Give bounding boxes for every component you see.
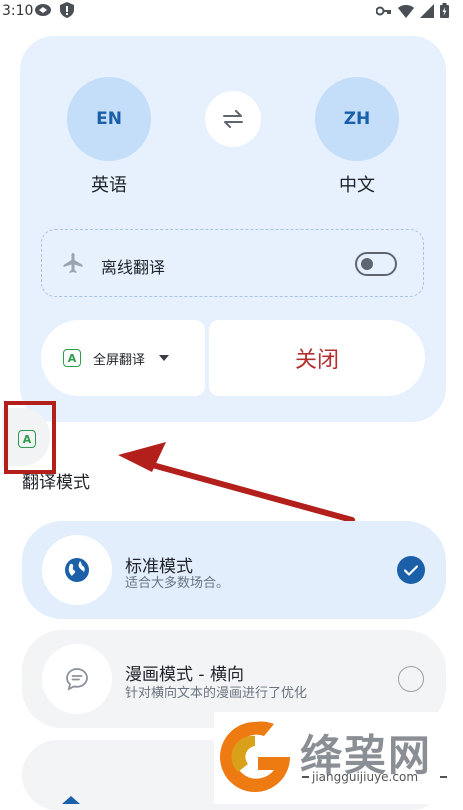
mode-radio-comic[interactable] bbox=[398, 666, 424, 692]
watermark-logo-icon bbox=[220, 721, 290, 792]
selected-check-icon bbox=[397, 556, 425, 584]
watermark-dash-right bbox=[440, 776, 447, 778]
mode-desc-comic: 针对横向文本的漫画进行了优化 bbox=[125, 686, 308, 701]
globe-icon bbox=[65, 558, 89, 582]
mode-desc-standard: 适合大多数场合。 bbox=[125, 576, 230, 591]
section-title: 翻译模式 bbox=[22, 473, 90, 493]
bottom-nav-icon bbox=[62, 796, 80, 804]
mode-icon-comic bbox=[42, 644, 112, 714]
mode-icon-standard bbox=[42, 535, 112, 605]
chat-bubble-icon bbox=[66, 668, 88, 691]
watermark-url: jiangguijiuye.com bbox=[312, 770, 419, 784]
watermark-dash-left bbox=[302, 776, 309, 778]
